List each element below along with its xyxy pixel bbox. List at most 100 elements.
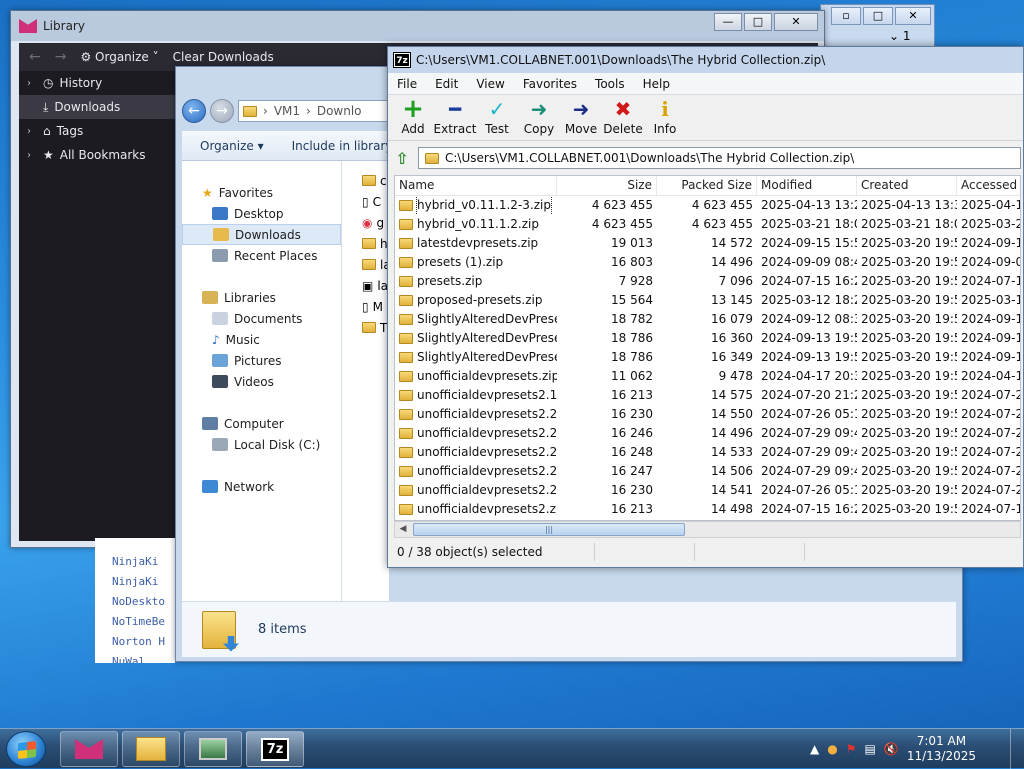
table-row[interactable]: presets (1).zip 16 803 14 496 2024-09-09 08…	[395, 253, 1020, 272]
menu-favorites[interactable]: Favorites	[514, 77, 586, 91]
column-header-name[interactable]: Name	[395, 176, 557, 195]
column-header-accessed[interactable]: Accessed	[957, 176, 1020, 195]
7zip-titlebar[interactable]: 7z C:\Users\VM1.COLLABNET.001\Downloads\…	[388, 47, 1023, 73]
table-row[interactable]: SlightlyAlteredDevPrese... 18 782 16 079 20…	[395, 310, 1020, 329]
file-item[interactable]: ▯ C	[342, 191, 389, 212]
test-button[interactable]: ✓ Test	[476, 95, 518, 136]
library-organize-button[interactable]: ⚙ Organize ˅	[80, 50, 158, 64]
horizontal-scrollbar[interactable]: ◀ |||	[394, 521, 1021, 538]
nav-network[interactable]: Network	[182, 476, 341, 497]
breadcrumb-vm1[interactable]: VM1	[274, 104, 300, 118]
show-desktop-button[interactable]	[1010, 729, 1024, 769]
forward-button[interactable]: →	[210, 99, 234, 123]
library-item-tags[interactable]: › ⌂ Tags	[19, 119, 184, 143]
column-header-modified[interactable]: Modified	[757, 176, 857, 195]
table-row[interactable]: proposed-presets.zip 15 564 13 145 2025-03-…	[395, 291, 1020, 310]
breadcrumb-downloads[interactable]: Downlo	[317, 104, 362, 118]
info-button[interactable]: i Info	[644, 95, 686, 136]
clock[interactable]: 7:01 AM 11/13/2025	[907, 734, 976, 764]
back-button[interactable]: ←	[182, 99, 206, 123]
file-item[interactable]: ◉ g	[342, 212, 389, 233]
file-item[interactable]: la	[342, 254, 389, 275]
table-row[interactable]: unofficialdevpresets2.2.... 16 248 14 533 2…	[395, 443, 1020, 462]
expand-arrow-icon[interactable]: ›	[27, 126, 37, 137]
nav-documents[interactable]: Documents	[182, 308, 341, 329]
nav-music[interactable]: ♪ Music	[182, 329, 341, 350]
table-row[interactable]: unofficialdevpresets.zip 11 062 9 478 2024-…	[395, 367, 1020, 386]
table-row[interactable]: latestdevpresets.zip 19 013 14 572 2024-09-…	[395, 234, 1020, 253]
menu-tools[interactable]: Tools	[586, 77, 634, 91]
taskbar-remote-desktop[interactable]	[184, 731, 242, 767]
library-back-button[interactable]: ←	[29, 49, 41, 65]
clear-downloads-button[interactable]: Clear Downloads	[173, 50, 274, 64]
menu-help[interactable]: Help	[634, 77, 679, 91]
background-close-button[interactable]: ✕	[895, 7, 931, 25]
action-center-flag-icon[interactable]: ⚑	[846, 742, 857, 756]
file-item[interactable]: ▯ M	[342, 296, 389, 317]
library-item-all-bookmarks[interactable]: › ★ All Bookmarks	[19, 143, 184, 167]
file-item[interactable]: cl	[342, 170, 389, 191]
include-in-library-button[interactable]: Include in library	[292, 139, 393, 153]
library-minimize-button[interactable]: —	[714, 13, 742, 31]
taskbar-explorer[interactable]	[122, 731, 180, 767]
menu-file[interactable]: File	[388, 77, 426, 91]
nav-desktop[interactable]: Desktop	[182, 203, 341, 224]
table-row[interactable]: unofficialdevpresets2.2.... 16 247 14 506 2…	[395, 462, 1020, 481]
7zip-address-input[interactable]: C:\Users\VM1.COLLABNET.001\Downloads\The…	[418, 147, 1021, 169]
table-row[interactable]: presets.zip 7 928 7 096 2024-07-15 16:22 202…	[395, 272, 1020, 291]
add-button[interactable]: + Add	[392, 95, 434, 136]
delete-button[interactable]: ✖ Delete	[602, 95, 644, 136]
nav-pictures[interactable]: Pictures	[182, 350, 341, 371]
copy-button[interactable]: ➜ Copy	[518, 95, 560, 136]
library-forward-button[interactable]: →	[55, 49, 67, 65]
network-icon[interactable]: ▤	[865, 742, 876, 756]
organize-button[interactable]: Organize ▾	[200, 139, 264, 153]
library-titlebar[interactable]: Library	[11, 11, 824, 41]
extract-button[interactable]: ━ Extract	[434, 95, 477, 136]
taskbar-7zip[interactable]: 7z	[246, 731, 304, 767]
table-row[interactable]: SlightlyAlteredDevPrese... 18 786 16 360 20…	[395, 329, 1020, 348]
file-item[interactable]: ▣ la	[342, 275, 389, 296]
explorer-address-bar[interactable]: › VM1 › Downlo	[238, 100, 397, 122]
menu-edit[interactable]: Edit	[426, 77, 467, 91]
library-item-history[interactable]: › ◷ History	[19, 71, 184, 95]
nav-recent-places[interactable]: Recent Places	[182, 245, 341, 266]
table-row[interactable]: unofficialdevpresets2.1.... 16 213 14 575 2…	[395, 386, 1020, 405]
background-minimize-button[interactable]: ▫	[831, 7, 861, 25]
show-hidden-icons-icon[interactable]: ▲	[810, 742, 819, 756]
table-row[interactable]: SlightlyAlteredDevPrese... 18 786 16 349 20…	[395, 348, 1020, 367]
breadcrumb-sep[interactable]: ›	[306, 104, 311, 118]
background-maximize-button[interactable]: □	[863, 7, 893, 25]
file-item[interactable]: hy	[342, 233, 389, 254]
column-header-created[interactable]: Created	[857, 176, 957, 195]
library-maximize-button[interactable]: □	[744, 13, 772, 31]
tray-app-icon[interactable]: ●	[827, 742, 837, 756]
move-button[interactable]: ➜ Move	[560, 95, 602, 136]
start-button[interactable]	[6, 731, 46, 767]
expand-arrow-icon[interactable]: ›	[27, 78, 37, 89]
table-row[interactable]: unofficialdevpresets2.2.... 16 246 14 496 2…	[395, 424, 1020, 443]
scroll-left-arrow-icon[interactable]: ◀	[395, 522, 411, 537]
expand-arrow-icon[interactable]: ›	[27, 150, 37, 161]
nav-favorites[interactable]: ★ Favorites	[182, 182, 341, 203]
library-item-downloads[interactable]: ⤓ Downloads	[19, 95, 184, 119]
file-item[interactable]: Th	[342, 317, 389, 338]
up-folder-button[interactable]: ⇧	[392, 148, 412, 168]
scrollbar-thumb[interactable]: |||	[413, 523, 685, 536]
table-row[interactable]: unofficialdevpresets2.zip 16 213 14 498 202…	[395, 500, 1020, 519]
overflow-chevron[interactable]: ⌄ 1	[889, 29, 911, 43]
table-row[interactable]: hybrid_v0.11.1.2.zip 4 623 455 4 623 455 20…	[395, 215, 1020, 234]
nav-downloads[interactable]: Downloads	[182, 224, 341, 245]
column-header-size[interactable]: Size	[557, 176, 657, 195]
table-row[interactable]: unofficialdevpresets2.2.... 16 230 14 550 2…	[395, 405, 1020, 424]
table-row[interactable]: unofficialdevpresets2.2.... 16 230 14 541 2…	[395, 481, 1020, 500]
library-close-button[interactable]: ✕	[774, 13, 818, 31]
volume-muted-icon[interactable]: 🔇	[884, 742, 899, 756]
taskbar-firefox-library[interactable]	[60, 731, 118, 767]
nav-videos[interactable]: Videos	[182, 371, 341, 392]
menu-view[interactable]: View	[467, 77, 513, 91]
nav-computer[interactable]: Computer	[182, 413, 341, 434]
column-header-packed-size[interactable]: Packed Size	[657, 176, 757, 195]
table-row[interactable]: hybrid_v0.11.1.2-3.zip 4 623 455 4 623 455…	[395, 196, 1020, 215]
nav-local-disk[interactable]: Local Disk (C:)	[182, 434, 341, 455]
